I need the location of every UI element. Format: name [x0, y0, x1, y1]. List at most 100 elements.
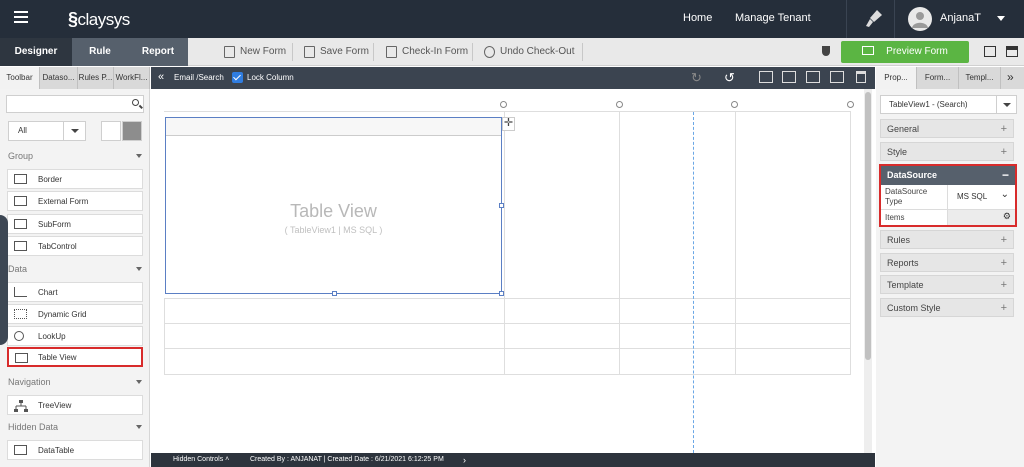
tab-designer[interactable]: Designer: [0, 38, 72, 66]
tab-toolbar[interactable]: Toolbar: [0, 67, 40, 89]
lock-column-label: Lock Column: [247, 73, 294, 82]
layout-rows-icon[interactable]: [806, 71, 820, 83]
trash-icon[interactable]: [856, 71, 866, 83]
table-view-title: Table View: [290, 201, 377, 221]
user-name[interactable]: AnjanaT: [940, 12, 981, 24]
datasource-type-select[interactable]: MS SQL ⌄: [947, 185, 1015, 209]
table-view-header: [166, 118, 501, 136]
tab-report[interactable]: Report: [128, 38, 188, 66]
drop-guide-line: [693, 112, 694, 453]
tool-tabcontrol[interactable]: TabControl: [7, 236, 143, 256]
save-form-button[interactable]: Save Form: [304, 38, 369, 66]
preview-icon: [862, 46, 875, 55]
section-style[interactable]: Style +: [880, 142, 1014, 161]
table-view-subtitle: ( TableView1 | MS SQL ): [284, 225, 383, 235]
chevron-down-icon[interactable]: [63, 122, 85, 140]
avatar[interactable]: [908, 7, 932, 31]
hidden-controls-toggle[interactable]: Hidden Controls ˄: [173, 453, 229, 467]
tab-rules[interactable]: Rules P...: [78, 67, 114, 89]
preview-form-button[interactable]: Preview Form: [841, 41, 969, 63]
section-reports[interactable]: Reports +: [880, 253, 1014, 272]
right-tabs: Prop... Form... Templ... »: [876, 67, 1024, 89]
expand-right-icon[interactable]: »: [1007, 70, 1014, 84]
section-custom-style[interactable]: Custom Style +: [880, 298, 1014, 317]
chevron-down-icon[interactable]: [997, 16, 1005, 21]
tool-dynamic-grid[interactable]: Dynamic Grid: [7, 304, 143, 324]
chevron-down-icon[interactable]: [996, 96, 1016, 113]
group-header-group[interactable]: Group: [8, 151, 142, 161]
section-template[interactable]: Template +: [880, 275, 1014, 294]
tab-datasource[interactable]: Dataso...: [40, 67, 78, 89]
column-handle[interactable]: [847, 101, 854, 108]
table-view-control[interactable]: Table View ( TableView1 | MS SQL ): [165, 117, 502, 294]
resize-handle[interactable]: [499, 291, 504, 296]
grid-view-button[interactable]: [101, 121, 121, 141]
tool-chart[interactable]: Chart: [7, 282, 143, 302]
tab-properties[interactable]: Prop...: [876, 67, 917, 89]
redo-icon[interactable]: ↻: [691, 70, 702, 86]
status-bar: Hidden Controls ˄ Created By : ANJANAT |…: [151, 453, 875, 467]
filter-select[interactable]: All: [8, 121, 86, 141]
nav-manage-tenant[interactable]: Manage Tenant: [735, 12, 811, 24]
brush-icon[interactable]: [865, 9, 883, 29]
check-in-icon: [386, 46, 397, 58]
layout-columns-icon[interactable]: [782, 71, 796, 83]
new-form-button[interactable]: New Form: [224, 38, 286, 66]
tool-treeview[interactable]: TreeView: [7, 395, 143, 415]
window-icon[interactable]: [984, 46, 996, 57]
collapse-left-icon[interactable]: «: [158, 71, 164, 83]
nav-home[interactable]: Home: [683, 12, 712, 24]
column-handle[interactable]: [616, 101, 623, 108]
resize-handle[interactable]: [332, 291, 337, 296]
treeview-icon: [14, 400, 28, 412]
section-rules[interactable]: Rules +: [880, 230, 1014, 249]
gear-icon[interactable]: ⚙: [1003, 211, 1011, 222]
tool-table-view[interactable]: Table View: [7, 347, 143, 367]
menu-icon[interactable]: [14, 11, 28, 23]
search-icon[interactable]: [132, 99, 139, 106]
tabcontrol-icon: [14, 241, 27, 251]
tool-lookup[interactable]: LookUp: [7, 326, 143, 346]
panel-collapse-handle[interactable]: [0, 215, 8, 345]
logo: §claysys: [68, 9, 130, 29]
save-icon: [304, 46, 315, 58]
canvas-scroll-thumb[interactable]: [865, 92, 871, 360]
tab-form[interactable]: Form...: [917, 67, 959, 89]
check-in-button[interactable]: Check-In Form: [386, 38, 468, 66]
tool-datatable[interactable]: DataTable: [7, 440, 143, 460]
resize-handle[interactable]: [499, 203, 504, 208]
tab-rule[interactable]: Rule: [72, 38, 128, 66]
list-view-button[interactable]: [122, 121, 142, 141]
group-header-hidden-data[interactable]: Hidden Data: [8, 422, 142, 432]
undo-icon[interactable]: ↺: [724, 70, 735, 86]
table-view-icon: [15, 353, 28, 363]
group-header-data[interactable]: Data: [8, 264, 142, 274]
datasource-header[interactable]: DataSource −: [881, 166, 1015, 185]
lookup-icon: [14, 331, 24, 341]
group-header-navigation[interactable]: Navigation: [8, 377, 142, 387]
toolbox-search-input[interactable]: [6, 95, 144, 113]
layout-grid-icon[interactable]: [759, 71, 773, 83]
new-form-icon: [224, 46, 235, 58]
maximize-icon[interactable]: [1006, 46, 1018, 57]
items-row: Items ⚙: [881, 210, 1015, 225]
column-handle[interactable]: [731, 101, 738, 108]
layout-table-icon[interactable]: [830, 71, 844, 83]
chevron-down-icon[interactable]: ⌄: [1001, 189, 1009, 200]
column-handle[interactable]: [500, 101, 507, 108]
control-select[interactable]: TableView1 - (Search): [880, 95, 1017, 114]
tab-template[interactable]: Templ...: [959, 67, 1001, 89]
shield-icon[interactable]: [822, 46, 830, 56]
tool-external-form[interactable]: External Form: [7, 191, 143, 211]
tool-subform[interactable]: SubForm: [7, 214, 143, 234]
tab-workflow[interactable]: WorkFl...: [114, 67, 150, 89]
undo-checkout-button[interactable]: Undo Check-Out: [484, 38, 574, 66]
external-form-icon: [14, 196, 27, 206]
move-icon[interactable]: ✛: [502, 117, 515, 131]
datatable-icon: [14, 445, 27, 455]
lock-column-checkbox[interactable]: [232, 72, 243, 83]
items-field[interactable]: ⚙: [947, 210, 1015, 225]
tool-border[interactable]: Border: [7, 169, 143, 189]
section-general[interactable]: General +: [880, 119, 1014, 138]
chevron-right-icon[interactable]: ›: [463, 453, 466, 467]
